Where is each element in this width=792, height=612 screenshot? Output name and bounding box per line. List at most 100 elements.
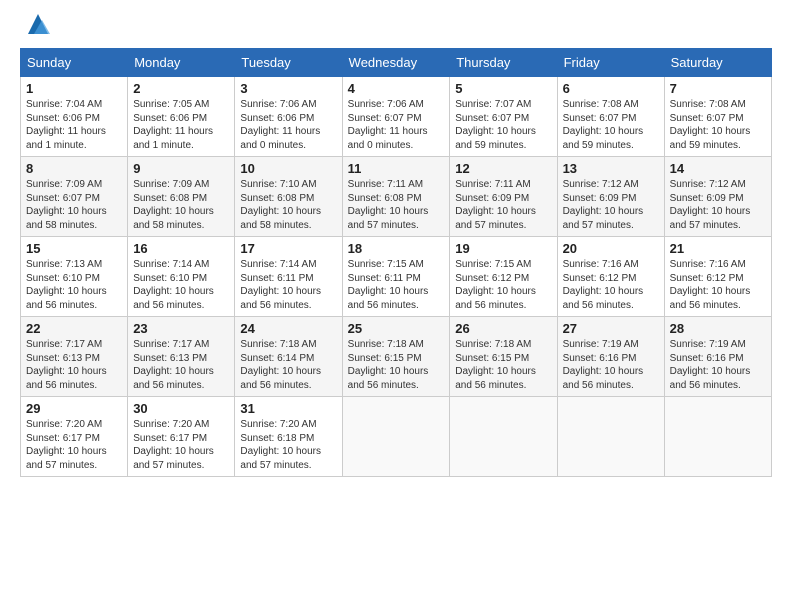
day-info: Sunrise: 7:04 AMSunset: 6:06 PMDaylight:… [26,98,122,152]
table-row: 14 Sunrise: 7:12 AMSunset: 6:09 PMDaylig… [664,157,771,237]
table-row: 12 Sunrise: 7:11 AMSunset: 6:09 PMDaylig… [450,157,557,237]
day-info: Sunrise: 7:19 AMSunset: 6:16 PMDaylight:… [563,338,659,392]
col-sunday: Sunday [21,49,128,77]
page-header [20,20,772,38]
day-number: 29 [26,401,122,416]
day-info: Sunrise: 7:20 AMSunset: 6:17 PMDaylight:… [26,418,122,472]
day-info: Sunrise: 7:16 AMSunset: 6:12 PMDaylight:… [563,258,659,312]
day-number: 24 [240,321,336,336]
table-row: 10 Sunrise: 7:10 AMSunset: 6:08 PMDaylig… [235,157,342,237]
day-number: 3 [240,81,336,96]
table-row: 17 Sunrise: 7:14 AMSunset: 6:11 PMDaylig… [235,237,342,317]
day-info: Sunrise: 7:18 AMSunset: 6:15 PMDaylight:… [348,338,445,392]
table-row: 6 Sunrise: 7:08 AMSunset: 6:07 PMDayligh… [557,77,664,157]
day-info: Sunrise: 7:17 AMSunset: 6:13 PMDaylight:… [26,338,122,392]
day-info: Sunrise: 7:18 AMSunset: 6:15 PMDaylight:… [455,338,551,392]
day-info: Sunrise: 7:11 AMSunset: 6:08 PMDaylight:… [348,178,445,232]
day-number: 25 [348,321,445,336]
table-row: 1 Sunrise: 7:04 AMSunset: 6:06 PMDayligh… [21,77,128,157]
day-number: 11 [348,161,445,176]
day-info: Sunrise: 7:20 AMSunset: 6:17 PMDaylight:… [133,418,229,472]
day-info: Sunrise: 7:06 AMSunset: 6:07 PMDaylight:… [348,98,445,152]
table-row: 27 Sunrise: 7:19 AMSunset: 6:16 PMDaylig… [557,317,664,397]
calendar-week-row: 22 Sunrise: 7:17 AMSunset: 6:13 PMDaylig… [21,317,772,397]
table-row [557,397,664,477]
day-info: Sunrise: 7:17 AMSunset: 6:13 PMDaylight:… [133,338,229,392]
day-number: 12 [455,161,551,176]
calendar-header-row: Sunday Monday Tuesday Wednesday Thursday… [21,49,772,77]
table-row: 13 Sunrise: 7:12 AMSunset: 6:09 PMDaylig… [557,157,664,237]
table-row: 28 Sunrise: 7:19 AMSunset: 6:16 PMDaylig… [664,317,771,397]
day-info: Sunrise: 7:05 AMSunset: 6:06 PMDaylight:… [133,98,229,152]
day-info: Sunrise: 7:10 AMSunset: 6:08 PMDaylight:… [240,178,336,232]
col-monday: Monday [128,49,235,77]
day-number: 8 [26,161,122,176]
calendar-week-row: 15 Sunrise: 7:13 AMSunset: 6:10 PMDaylig… [21,237,772,317]
day-info: Sunrise: 7:08 AMSunset: 6:07 PMDaylight:… [670,98,766,152]
logo [20,20,52,38]
day-info: Sunrise: 7:12 AMSunset: 6:09 PMDaylight:… [563,178,659,232]
col-tuesday: Tuesday [235,49,342,77]
table-row: 8 Sunrise: 7:09 AMSunset: 6:07 PMDayligh… [21,157,128,237]
table-row: 26 Sunrise: 7:18 AMSunset: 6:15 PMDaylig… [450,317,557,397]
day-info: Sunrise: 7:19 AMSunset: 6:16 PMDaylight:… [670,338,766,392]
day-number: 5 [455,81,551,96]
calendar-table: Sunday Monday Tuesday Wednesday Thursday… [20,48,772,477]
day-info: Sunrise: 7:12 AMSunset: 6:09 PMDaylight:… [670,178,766,232]
table-row: 11 Sunrise: 7:11 AMSunset: 6:08 PMDaylig… [342,157,450,237]
table-row: 7 Sunrise: 7:08 AMSunset: 6:07 PMDayligh… [664,77,771,157]
col-thursday: Thursday [450,49,557,77]
day-number: 18 [348,241,445,256]
table-row: 29 Sunrise: 7:20 AMSunset: 6:17 PMDaylig… [21,397,128,477]
day-number: 27 [563,321,659,336]
day-info: Sunrise: 7:18 AMSunset: 6:14 PMDaylight:… [240,338,336,392]
table-row: 3 Sunrise: 7:06 AMSunset: 6:06 PMDayligh… [235,77,342,157]
day-number: 1 [26,81,122,96]
logo-icon [24,10,52,38]
day-number: 6 [563,81,659,96]
table-row [450,397,557,477]
day-info: Sunrise: 7:07 AMSunset: 6:07 PMDaylight:… [455,98,551,152]
calendar-week-row: 1 Sunrise: 7:04 AMSunset: 6:06 PMDayligh… [21,77,772,157]
day-info: Sunrise: 7:14 AMSunset: 6:11 PMDaylight:… [240,258,336,312]
day-number: 30 [133,401,229,416]
day-number: 17 [240,241,336,256]
day-info: Sunrise: 7:08 AMSunset: 6:07 PMDaylight:… [563,98,659,152]
day-info: Sunrise: 7:09 AMSunset: 6:07 PMDaylight:… [26,178,122,232]
table-row: 9 Sunrise: 7:09 AMSunset: 6:08 PMDayligh… [128,157,235,237]
day-number: 22 [26,321,122,336]
day-number: 13 [563,161,659,176]
table-row: 4 Sunrise: 7:06 AMSunset: 6:07 PMDayligh… [342,77,450,157]
day-info: Sunrise: 7:15 AMSunset: 6:11 PMDaylight:… [348,258,445,312]
day-number: 23 [133,321,229,336]
table-row: 22 Sunrise: 7:17 AMSunset: 6:13 PMDaylig… [21,317,128,397]
table-row: 16 Sunrise: 7:14 AMSunset: 6:10 PMDaylig… [128,237,235,317]
table-row: 15 Sunrise: 7:13 AMSunset: 6:10 PMDaylig… [21,237,128,317]
calendar-week-row: 8 Sunrise: 7:09 AMSunset: 6:07 PMDayligh… [21,157,772,237]
table-row [342,397,450,477]
table-row: 23 Sunrise: 7:17 AMSunset: 6:13 PMDaylig… [128,317,235,397]
table-row: 18 Sunrise: 7:15 AMSunset: 6:11 PMDaylig… [342,237,450,317]
day-info: Sunrise: 7:13 AMSunset: 6:10 PMDaylight:… [26,258,122,312]
table-row: 19 Sunrise: 7:15 AMSunset: 6:12 PMDaylig… [450,237,557,317]
day-info: Sunrise: 7:20 AMSunset: 6:18 PMDaylight:… [240,418,336,472]
day-number: 9 [133,161,229,176]
col-saturday: Saturday [664,49,771,77]
table-row: 20 Sunrise: 7:16 AMSunset: 6:12 PMDaylig… [557,237,664,317]
day-number: 28 [670,321,766,336]
calendar-week-row: 29 Sunrise: 7:20 AMSunset: 6:17 PMDaylig… [21,397,772,477]
table-row: 5 Sunrise: 7:07 AMSunset: 6:07 PMDayligh… [450,77,557,157]
day-number: 20 [563,241,659,256]
day-info: Sunrise: 7:15 AMSunset: 6:12 PMDaylight:… [455,258,551,312]
col-wednesday: Wednesday [342,49,450,77]
day-number: 15 [26,241,122,256]
day-number: 19 [455,241,551,256]
day-info: Sunrise: 7:11 AMSunset: 6:09 PMDaylight:… [455,178,551,232]
table-row: 25 Sunrise: 7:18 AMSunset: 6:15 PMDaylig… [342,317,450,397]
day-number: 26 [455,321,551,336]
table-row: 2 Sunrise: 7:05 AMSunset: 6:06 PMDayligh… [128,77,235,157]
day-number: 21 [670,241,766,256]
day-number: 14 [670,161,766,176]
day-number: 10 [240,161,336,176]
day-info: Sunrise: 7:16 AMSunset: 6:12 PMDaylight:… [670,258,766,312]
